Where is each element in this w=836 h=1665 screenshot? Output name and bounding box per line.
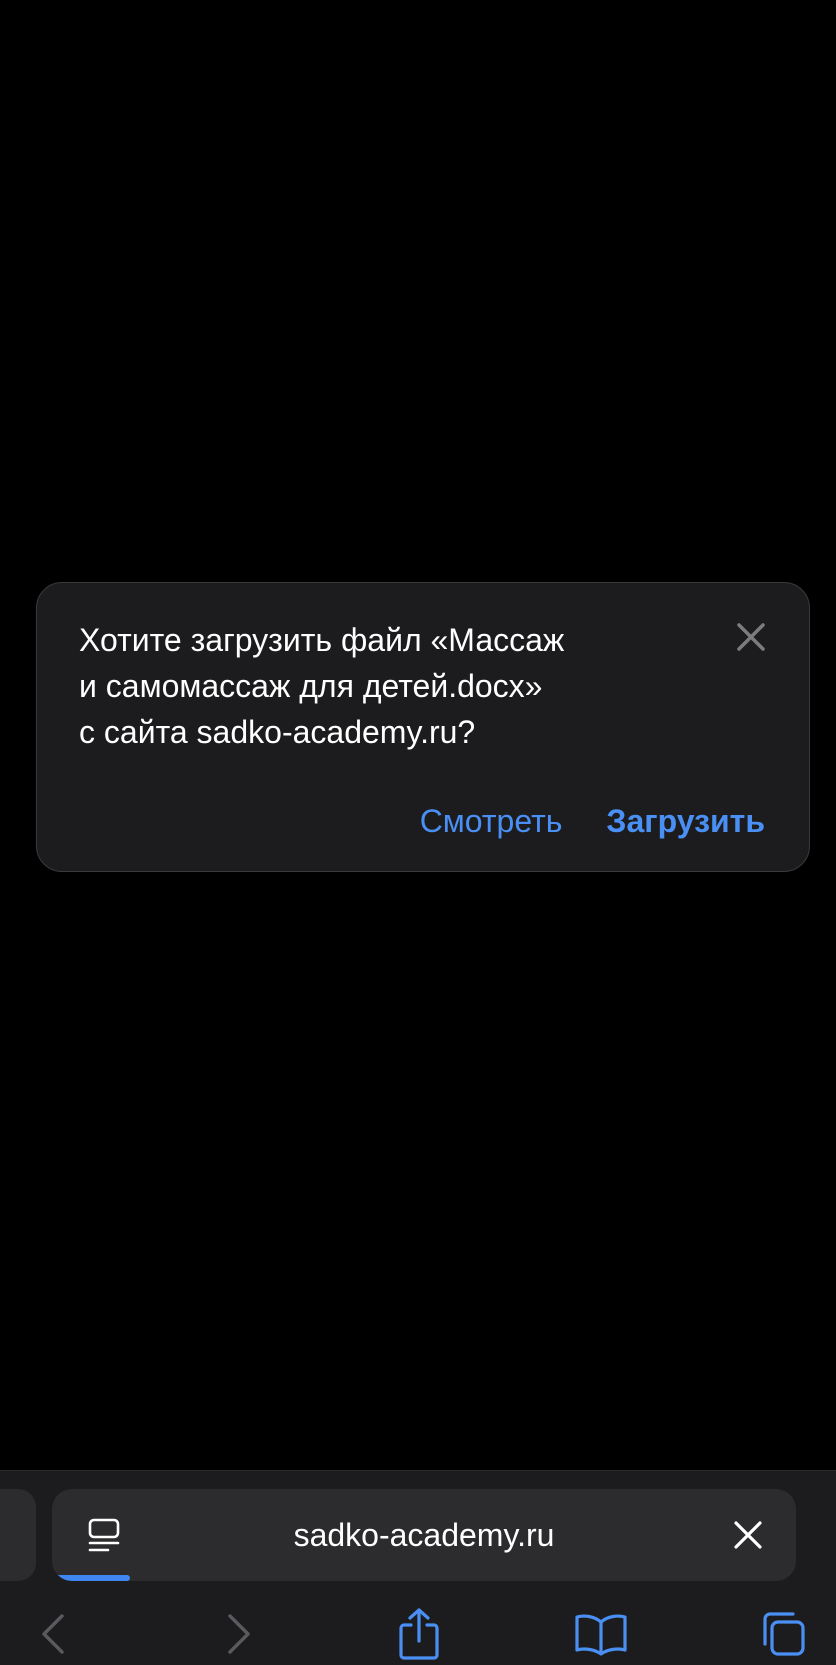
dialog-actions: Смотреть Загрузить [420, 801, 765, 841]
forward-chevron-icon [228, 1614, 250, 1654]
share-icon [399, 1608, 439, 1660]
bookmarks-button[interactable] [574, 1607, 628, 1661]
download-prompt-message: Хотите загрузить файл «Массаж и самомасс… [79, 617, 669, 755]
message-line-2: и самомассаж для детей.docx» [79, 668, 543, 704]
address-clear-button[interactable] [730, 1517, 766, 1553]
forward-button[interactable] [212, 1607, 266, 1661]
dialog-close-button[interactable] [733, 619, 769, 655]
bookmarks-book-icon [575, 1614, 627, 1656]
message-line-3: с сайта sadko-academy.ru? [79, 714, 476, 750]
share-button[interactable] [392, 1607, 446, 1661]
tabs-button[interactable] [756, 1607, 810, 1661]
tabs-icon [763, 1612, 805, 1656]
close-icon [734, 1521, 762, 1549]
view-button[interactable]: Смотреть [420, 801, 563, 841]
download-button[interactable]: Загрузить [606, 801, 765, 841]
previous-tab-preview[interactable] [0, 1489, 36, 1581]
back-chevron-icon [42, 1614, 64, 1654]
browser-toolbar [0, 1601, 836, 1661]
browser-bottom-bar: sadko-academy.ru [0, 1470, 836, 1665]
address-bar[interactable]: sadko-academy.ru [52, 1489, 796, 1581]
download-prompt-dialog: Хотите загрузить файл «Массаж и самомасс… [36, 582, 810, 872]
address-url-text[interactable]: sadko-academy.ru [52, 1517, 796, 1553]
message-line-1: Хотите загрузить файл «Массаж [79, 622, 565, 658]
back-button[interactable] [26, 1607, 80, 1661]
page-load-progress-bar [56, 1575, 131, 1581]
close-icon [737, 623, 765, 651]
